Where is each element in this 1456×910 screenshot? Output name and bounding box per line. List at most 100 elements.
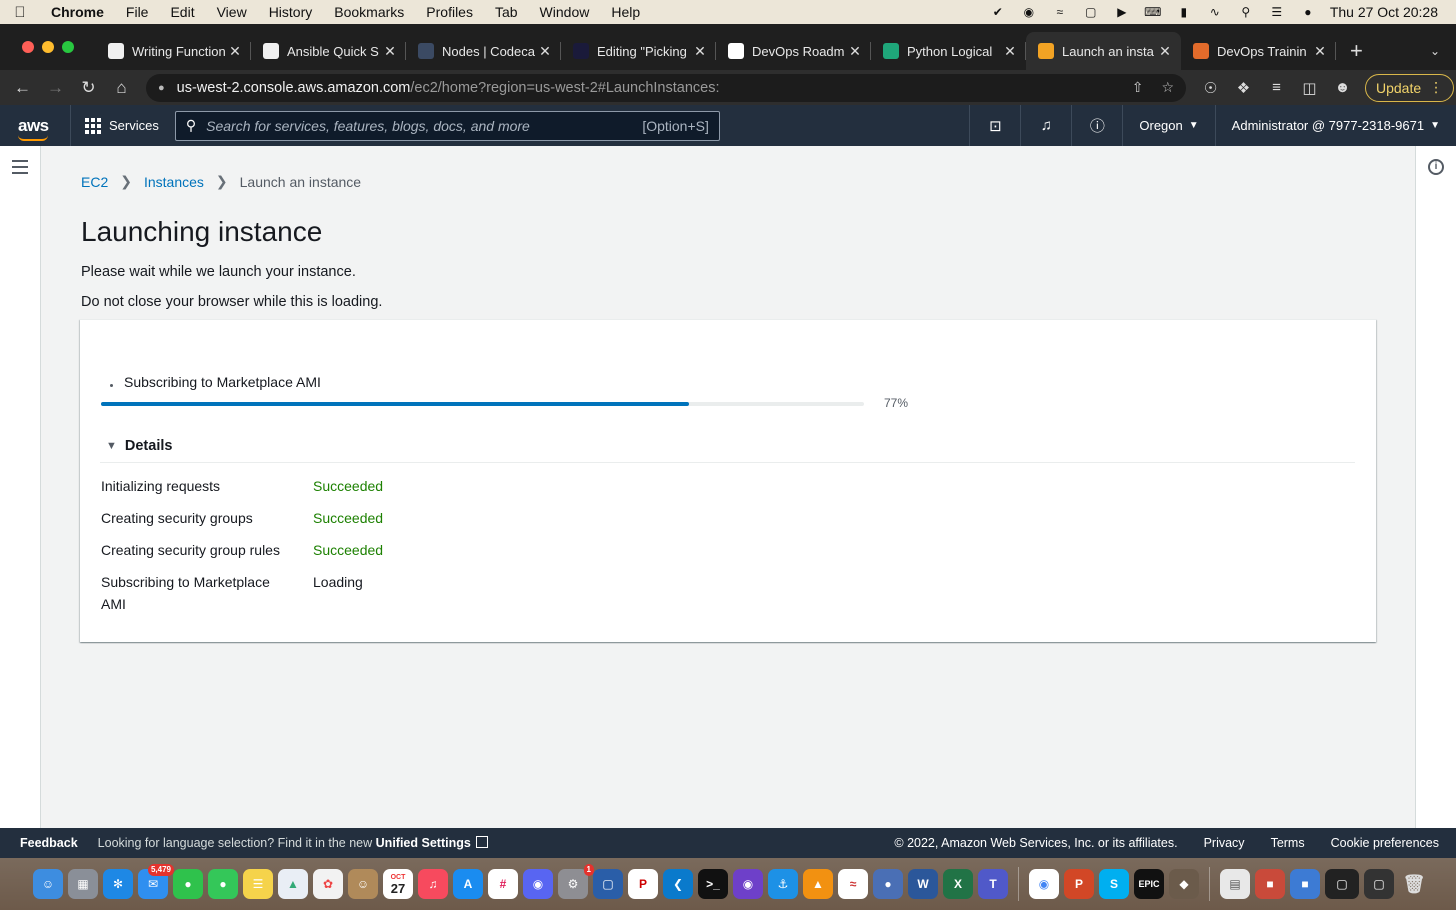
browser-tab[interactable]: Editing "Picking ✕	[561, 32, 716, 70]
word-icon[interactable]: W	[908, 869, 938, 899]
siri-icon[interactable]: ●	[1299, 5, 1317, 19]
cookie-preferences-link[interactable]: Cookie preferences	[1331, 836, 1439, 850]
reload-icon[interactable]: ↻	[72, 78, 105, 98]
facetime-icon[interactable]: ●	[173, 869, 203, 899]
system-settings-icon[interactable]: ⚙ 1	[558, 864, 594, 899]
menu-edit[interactable]: Edit	[159, 4, 205, 20]
side-panel-icon[interactable]: ◫	[1293, 79, 1326, 97]
messages-icon[interactable]: ●	[208, 869, 238, 899]
menu-history[interactable]: History	[258, 4, 324, 20]
launchpad-icon[interactable]: ▦	[68, 869, 98, 899]
safari-icon[interactable]: ✻	[103, 869, 133, 899]
menu-help[interactable]: Help	[600, 4, 651, 20]
checkmark-status-icon[interactable]: ✔	[989, 5, 1007, 19]
region-selector[interactable]: Oregon ▼	[1122, 105, 1214, 146]
notes-icon[interactable]: ☰	[243, 869, 273, 899]
close-tab-icon[interactable]: ✕	[847, 43, 863, 60]
menu-view[interactable]: View	[206, 4, 258, 20]
lock-icon[interactable]: ●	[158, 82, 165, 94]
hamburger-menu-icon[interactable]	[12, 160, 28, 178]
finder-icon[interactable]: ☺	[33, 869, 63, 899]
new-tab-button[interactable]: +	[1336, 32, 1377, 70]
postman-icon[interactable]: ●	[873, 869, 903, 899]
browser-tab[interactable]: DevOps Roadm ✕	[716, 32, 871, 70]
share-icon[interactable]: ⇧	[1132, 79, 1144, 96]
terminal-icon[interactable]: >_	[698, 869, 728, 899]
extensions-puzzle-icon[interactable]: ❖	[1227, 79, 1260, 97]
privacy-link[interactable]: Privacy	[1204, 836, 1245, 850]
close-window-button[interactable]	[22, 41, 34, 53]
details-expander[interactable]: ▼ Details	[106, 438, 172, 454]
password-manager-icon[interactable]: ◉	[1020, 5, 1038, 19]
reading-list-icon[interactable]: ≡	[1260, 79, 1293, 96]
menu-window[interactable]: Window	[529, 4, 601, 20]
feedback-link[interactable]: Feedback	[0, 836, 98, 850]
contacts-icon[interactable]: ☺	[348, 869, 378, 899]
close-tab-icon[interactable]: ✕	[227, 43, 243, 60]
terminal-window-icon[interactable]: ▢	[1325, 869, 1359, 899]
app-store-icon[interactable]: A	[453, 869, 483, 899]
info-icon[interactable]: i	[1428, 159, 1444, 175]
mail-icon[interactable]: ✉ 5,479	[138, 864, 174, 899]
aws-logo[interactable]: aws	[0, 116, 70, 141]
wave-app-icon[interactable]: ≈	[838, 869, 868, 899]
wave-app-icon[interactable]: ≈	[1051, 5, 1069, 19]
menu-file[interactable]: File	[115, 4, 160, 20]
github-desktop-icon[interactable]: ◉	[733, 869, 763, 899]
recent-app-icon[interactable]: ■	[1255, 869, 1285, 899]
close-tab-icon[interactable]: ✕	[1157, 43, 1173, 60]
close-tab-icon[interactable]: ✕	[537, 43, 553, 60]
menu-profiles[interactable]: Profiles	[415, 4, 484, 20]
notifications-bell-icon[interactable]: ♫	[1020, 105, 1071, 146]
profile-avatar-icon[interactable]: ☻	[1326, 79, 1359, 96]
recent-window-icon[interactable]: ■	[1290, 869, 1320, 899]
close-tab-icon[interactable]: ✕	[1002, 43, 1018, 60]
photos-icon[interactable]: ✿	[313, 869, 343, 899]
docker-icon[interactable]: ⚓	[768, 869, 798, 899]
virtualbox-icon[interactable]: ▢	[593, 869, 623, 899]
close-tab-icon[interactable]: ✕	[382, 43, 398, 60]
apple-menu-icon[interactable]: 	[0, 4, 40, 21]
update-chrome-button[interactable]: Update ⋮	[1365, 73, 1455, 102]
excel-icon[interactable]: X	[943, 869, 973, 899]
menu-tab[interactable]: Tab	[484, 4, 529, 20]
sourcetree-icon[interactable]: ▲	[803, 869, 833, 899]
unified-settings-link[interactable]: Unified Settings	[376, 836, 471, 850]
breadcrumb-instances[interactable]: Instances	[144, 174, 204, 190]
pocket-icon[interactable]: P	[628, 869, 658, 899]
address-bar[interactable]: ● us-west-2.console.aws.amazon.com/ec2/h…	[146, 73, 1186, 102]
chrome-icon[interactable]: ◉	[1029, 869, 1059, 899]
slack-icon[interactable]: #	[488, 869, 518, 899]
browser-tab[interactable]: Writing Function ✕	[96, 32, 251, 70]
skype-icon[interactable]: S	[1099, 869, 1129, 899]
powerpoint-icon[interactable]: P	[1064, 869, 1094, 899]
battery-icon[interactable]: ▮	[1175, 5, 1193, 19]
epic-games-icon[interactable]: EPIC	[1134, 869, 1164, 899]
music-icon[interactable]: ♫	[418, 869, 448, 899]
home-icon[interactable]: ⌂	[105, 78, 138, 98]
control-center-icon[interactable]: ☰	[1268, 5, 1286, 19]
menu-app-name[interactable]: Chrome	[40, 4, 115, 20]
menu-datetime[interactable]: Thu 27 Oct 20:28	[1330, 4, 1438, 20]
breadcrumb-ec2[interactable]: EC2	[81, 174, 108, 190]
tab-search-chevron-icon[interactable]: ⌄	[1414, 32, 1456, 70]
bookmark-star-icon[interactable]: ☆	[1161, 79, 1174, 96]
close-tab-icon[interactable]: ✕	[692, 43, 708, 60]
keyboard-icon[interactable]: ⌨	[1144, 5, 1162, 19]
minimize-window-button[interactable]	[42, 41, 54, 53]
teams-icon[interactable]: T	[978, 869, 1008, 899]
help-icon[interactable]: ⓘ	[1071, 105, 1122, 146]
browser-tab[interactable]: Launch an insta ✕	[1026, 32, 1181, 70]
account-menu[interactable]: Administrator @ 7977-2318-9671 ▼	[1214, 105, 1456, 146]
play-icon[interactable]: ▶	[1113, 5, 1131, 19]
back-arrow-icon[interactable]: ←	[6, 78, 39, 98]
terms-link[interactable]: Terms	[1271, 836, 1305, 850]
search-input[interactable]: ⚲ Search for services, features, blogs, …	[174, 110, 720, 141]
display-icon[interactable]: ▢	[1082, 5, 1100, 19]
trash-icon[interactable]: 🗑	[1399, 869, 1429, 899]
preview-icon[interactable]: ◆	[1169, 869, 1199, 899]
forward-arrow-icon[interactable]: →	[39, 78, 72, 98]
wifi-icon[interactable]: ∿	[1206, 5, 1224, 19]
minimized-window-icon[interactable]: ▢	[1364, 869, 1394, 899]
menu-bookmarks[interactable]: Bookmarks	[323, 4, 415, 20]
